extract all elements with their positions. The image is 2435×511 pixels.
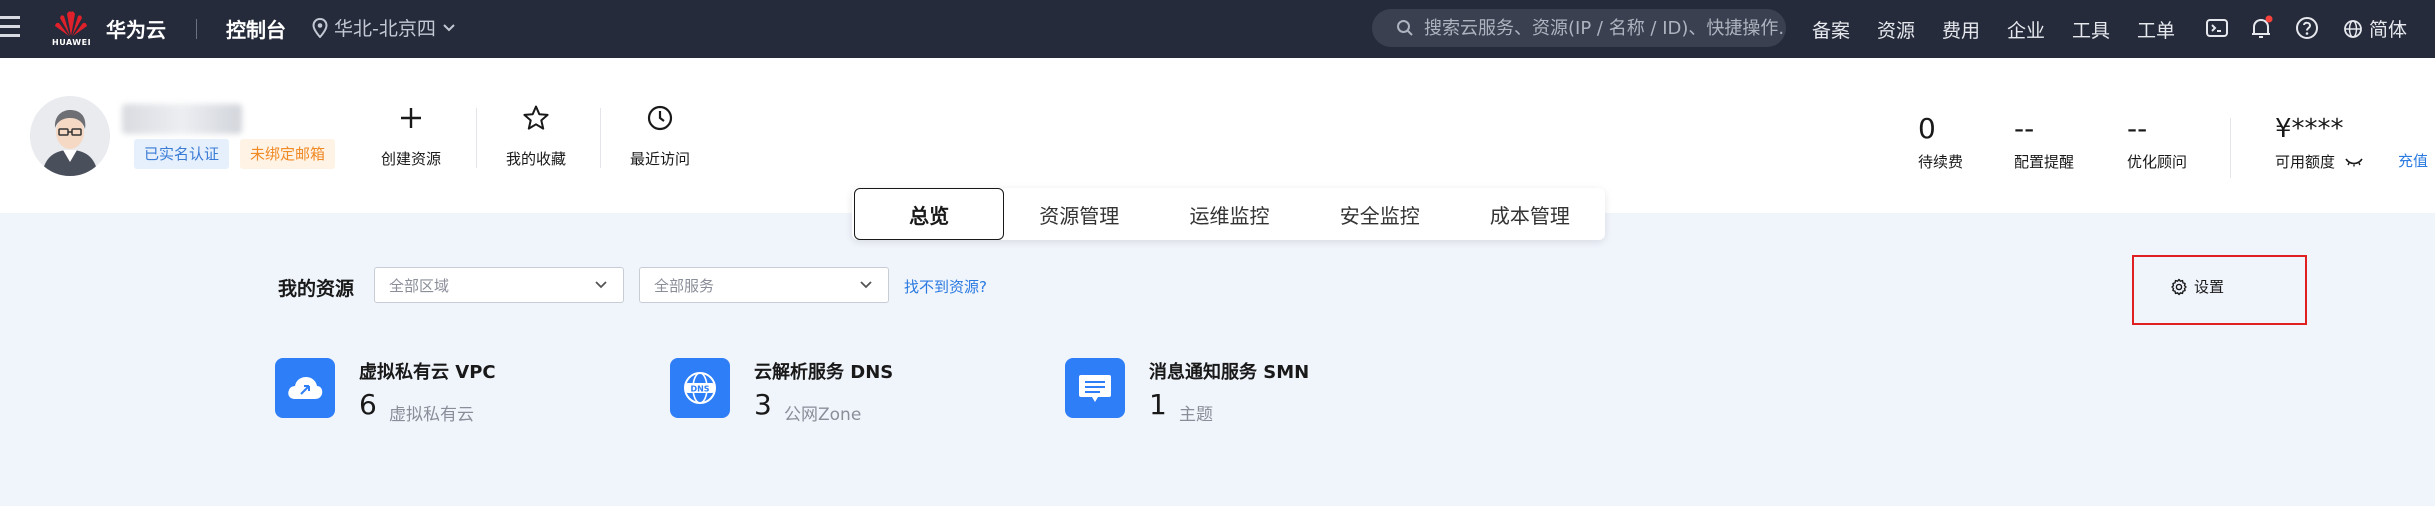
verified-badge[interactable]: 已实名认证	[134, 139, 230, 169]
huawei-logo[interactable]: HUAWEI	[52, 8, 92, 50]
nav-link-beian[interactable]: 备案	[1812, 16, 1877, 43]
config-alert-label: 配置提醒	[2014, 153, 2075, 171]
config-alert-count: --	[2014, 112, 2035, 145]
settings-button[interactable]: 设置	[2170, 276, 2224, 297]
my-resources-title: 我的资源	[278, 278, 355, 300]
tab-overview[interactable]: 总览	[854, 188, 1005, 240]
recent-visits-button[interactable]: 最近访问	[630, 100, 690, 169]
renewal-stat[interactable]: 0 待续费	[1918, 113, 1963, 172]
tab-security-monitoring[interactable]: 安全监控	[1305, 188, 1455, 240]
location-pin-icon	[312, 17, 328, 38]
chevron-down-icon	[860, 281, 872, 289]
bell-icon[interactable]	[2248, 15, 2274, 41]
favorites-label: 我的收藏	[506, 150, 567, 168]
tab-cost-management[interactable]: 成本管理	[1455, 188, 1605, 240]
cloud-shell-icon[interactable]	[2204, 15, 2230, 41]
resource-name: 消息通知服务 SMN	[1149, 362, 1310, 383]
region-filter-select[interactable]: 全部区域	[374, 267, 624, 303]
plus-icon	[401, 108, 421, 128]
create-resource-button[interactable]: 创建资源	[381, 100, 441, 169]
nav-link-tools[interactable]: 工具	[2072, 16, 2137, 43]
search-icon	[1397, 20, 1413, 36]
config-alert-stat[interactable]: -- 配置提醒	[2014, 113, 2074, 172]
gear-icon	[2171, 278, 2187, 295]
top-nav-bar: HUAWEI 华为云 控制台 华北-北京四 备案 资源 费用 企业 工具 工单 …	[0, 0, 2435, 58]
optimize-stat[interactable]: -- 优化顾问	[2127, 113, 2187, 172]
credit-stat: ¥**** 可用额度	[2275, 113, 2365, 172]
menu-icon[interactable]	[0, 16, 22, 40]
console-tabs: 总览 资源管理 运维监控 安全监控 成本管理	[852, 188, 1605, 240]
nav-link-resources[interactable]: 资源	[1877, 16, 1942, 43]
global-search[interactable]	[1372, 9, 1786, 47]
region-filter-value: 全部区域	[389, 276, 450, 295]
bottom-strip	[0, 506, 2435, 511]
optimize-label: 优化顾问	[2127, 153, 2188, 171]
settings-label: 设置	[2194, 278, 2225, 296]
email-unbound-badge[interactable]: 未绑定邮箱	[240, 139, 336, 169]
star-icon	[523, 105, 549, 130]
optimize-count: --	[2127, 112, 2148, 145]
resource-count: 3	[754, 388, 772, 421]
nav-link-enterprise[interactable]: 企业	[2007, 16, 2072, 43]
resource-unit: 虚拟私有云	[389, 405, 474, 425]
avatar[interactable]	[30, 96, 110, 176]
svg-text:DNS: DNS	[690, 385, 709, 394]
smn-message-icon	[1065, 358, 1125, 418]
tab-resource-management[interactable]: 资源管理	[1004, 188, 1154, 240]
service-filter-select[interactable]: 全部服务	[639, 267, 889, 303]
quick-divider	[476, 108, 477, 168]
resource-unit: 公网Zone	[784, 405, 862, 425]
console-link[interactable]: 控制台	[226, 14, 286, 43]
chevron-down-icon	[595, 281, 607, 289]
top-nav-links: 备案 资源 费用 企业 工具 工单	[1812, 16, 2202, 43]
username-redacted	[122, 104, 242, 134]
resource-name: 云解析服务 DNS	[754, 362, 894, 383]
nav-divider	[196, 19, 197, 39]
cannot-find-resource-link[interactable]: 找不到资源?	[904, 276, 987, 297]
renewal-count: 0	[1918, 112, 1936, 145]
region-selector[interactable]: 华北-北京四	[312, 14, 456, 41]
recharge-link[interactable]: 充值	[2398, 150, 2428, 171]
stat-divider	[2230, 118, 2231, 178]
resource-count: 1	[1149, 388, 1167, 421]
vpc-cloud-icon	[275, 358, 335, 418]
nav-link-billing[interactable]: 费用	[1942, 16, 2007, 43]
region-label: 华北-北京四	[334, 18, 436, 40]
resource-unit: 主题	[1179, 405, 1213, 425]
brand-name[interactable]: 华为云	[106, 14, 166, 43]
resource-name: 虚拟私有云 VPC	[359, 362, 496, 383]
search-input[interactable]	[1424, 17, 1784, 39]
renewal-label: 待续费	[1918, 153, 1964, 171]
recent-visits-label: 最近访问	[630, 150, 691, 168]
eye-closed-icon[interactable]	[2343, 156, 2365, 168]
user-avatar-icon	[30, 96, 110, 176]
service-filter-value: 全部服务	[654, 276, 715, 295]
clock-icon	[647, 105, 673, 131]
tab-ops-monitoring[interactable]: 运维监控	[1154, 188, 1304, 240]
globe-icon	[2344, 19, 2362, 38]
dns-globe-icon: DNS	[670, 358, 730, 418]
language-selector[interactable]: 简体	[2343, 15, 2407, 42]
logo-wordmark: HUAWEI	[52, 38, 92, 47]
quick-divider	[600, 108, 601, 168]
credit-label: 可用额度	[2275, 153, 2336, 171]
help-icon[interactable]	[2294, 15, 2320, 41]
create-resource-label: 创建资源	[381, 150, 442, 168]
language-label: 简体	[2369, 19, 2408, 41]
chevron-down-icon	[443, 23, 455, 31]
favorites-button[interactable]: 我的收藏	[506, 100, 566, 169]
nav-link-tickets[interactable]: 工单	[2137, 16, 2202, 43]
huawei-petal-icon	[55, 11, 87, 37]
resource-count: 6	[359, 388, 377, 421]
credit-value: ¥****	[2275, 114, 2344, 144]
